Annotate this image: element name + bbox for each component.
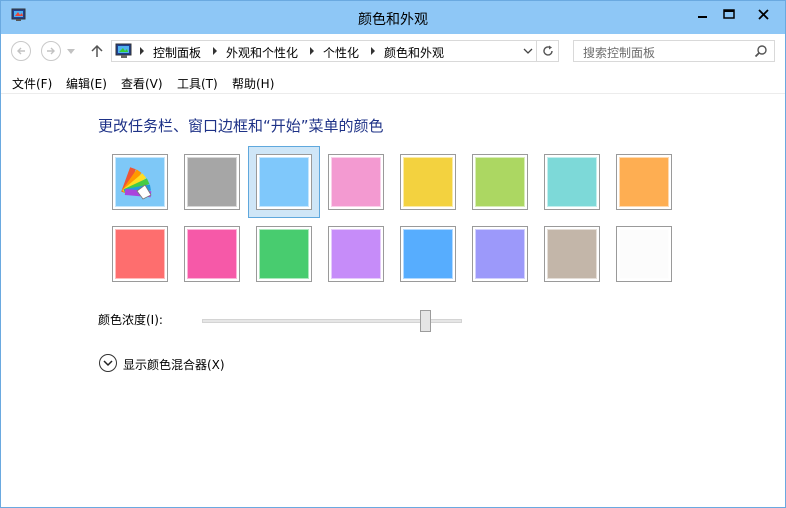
swatch-taupe[interactable]	[544, 226, 600, 282]
back-button[interactable]	[11, 41, 31, 61]
swatch-fill	[547, 229, 597, 279]
page-heading: 更改任务栏、窗口边框和“开始”菜单的颜色	[98, 117, 384, 135]
breadcrumb-control-panel[interactable]: 控制面板	[153, 44, 201, 61]
breadcrumb-color-appearance[interactable]: 颜色和外观	[384, 44, 444, 61]
navigation-bar: 控制面板 外观和个性化 个性化 颜色和外观 搜索控制面板	[1, 34, 785, 68]
breadcrumb-appearance[interactable]: 外观和个性化	[226, 44, 298, 61]
swatch-sky-blue[interactable]	[256, 154, 312, 210]
swatch-fill	[475, 157, 525, 207]
search-placeholder: 搜索控制面板	[583, 46, 656, 60]
swatch-fill	[547, 157, 597, 207]
swatch-red[interactable]	[112, 226, 168, 282]
color-intensity-slider-thumb[interactable]	[420, 310, 431, 332]
swatch-fill	[619, 157, 669, 207]
forward-button[interactable]	[41, 41, 61, 61]
swatch-fill	[187, 229, 237, 279]
address-dropdown-chevron-icon[interactable]	[522, 45, 534, 57]
swatch-fill	[115, 229, 165, 279]
breadcrumb-separator-icon[interactable]	[140, 47, 144, 55]
breadcrumb-personalization[interactable]: 个性化	[323, 44, 359, 61]
recent-pages-chevron-icon[interactable]	[66, 46, 76, 56]
swatch-custom-color[interactable]	[112, 154, 168, 210]
swatch-fill	[259, 229, 309, 279]
title-bar: 颜色和外观	[1, 1, 785, 34]
menu-help[interactable]: 帮助(H)	[232, 75, 274, 92]
palette-icon	[121, 167, 152, 200]
breadcrumb-separator-icon[interactable]	[371, 47, 375, 55]
color-intensity-label: 颜色浓度(I):	[98, 313, 163, 327]
swatch-fill	[403, 157, 453, 207]
swatch-fill	[475, 229, 525, 279]
swatch-fill	[259, 157, 309, 207]
swatch-violet[interactable]	[328, 226, 384, 282]
swatch-fill	[619, 229, 669, 279]
window: 颜色和外观 控制面板 外观和个性化 个性化 颜色和外观 搜索控制面板 文件(F)…	[0, 0, 786, 508]
swatch-pink[interactable]	[328, 154, 384, 210]
window-title: 颜色和外观	[358, 12, 428, 28]
refresh-icon[interactable]	[536, 41, 559, 61]
maximize-button[interactable]	[714, 3, 744, 25]
swatch-fill	[187, 157, 237, 207]
show-color-mixer-chevron-icon[interactable]	[99, 354, 117, 372]
swatch-yellow[interactable]	[400, 154, 456, 210]
control-panel-icon	[115, 43, 133, 59]
swatch-fill	[331, 157, 381, 207]
menu-file[interactable]: 文件(F)	[12, 75, 52, 92]
swatch-fill	[403, 229, 453, 279]
swatch-blue[interactable]	[400, 226, 456, 282]
swatch-gray[interactable]	[184, 154, 240, 210]
up-arrow-icon[interactable]	[89, 42, 105, 60]
menu-bar: 文件(F) 编辑(E) 查看(V) 工具(T) 帮助(H)	[1, 69, 785, 94]
address-bar[interactable]: 控制面板 外观和个性化 个性化 颜色和外观	[111, 40, 559, 62]
breadcrumb-separator-icon[interactable]	[310, 47, 314, 55]
menu-view[interactable]: 查看(V)	[121, 75, 163, 92]
menu-tools[interactable]: 工具(T)	[177, 75, 218, 92]
swatch-teal[interactable]	[544, 154, 600, 210]
swatch-magenta[interactable]	[184, 226, 240, 282]
swatch-green[interactable]	[256, 226, 312, 282]
swatch-white[interactable]	[616, 226, 672, 282]
swatch-fill	[331, 229, 381, 279]
search-icon[interactable]	[754, 44, 768, 58]
swatch-fill	[115, 157, 165, 207]
swatch-periwinkle[interactable]	[472, 226, 528, 282]
close-button[interactable]	[742, 3, 784, 25]
menu-edit[interactable]: 编辑(E)	[66, 75, 107, 92]
swatch-orange[interactable]	[616, 154, 672, 210]
search-input[interactable]: 搜索控制面板	[573, 40, 775, 62]
swatch-lime[interactable]	[472, 154, 528, 210]
breadcrumb-separator-icon[interactable]	[213, 47, 217, 55]
show-color-mixer-link[interactable]: 显示颜色混合器(X)	[123, 356, 225, 373]
